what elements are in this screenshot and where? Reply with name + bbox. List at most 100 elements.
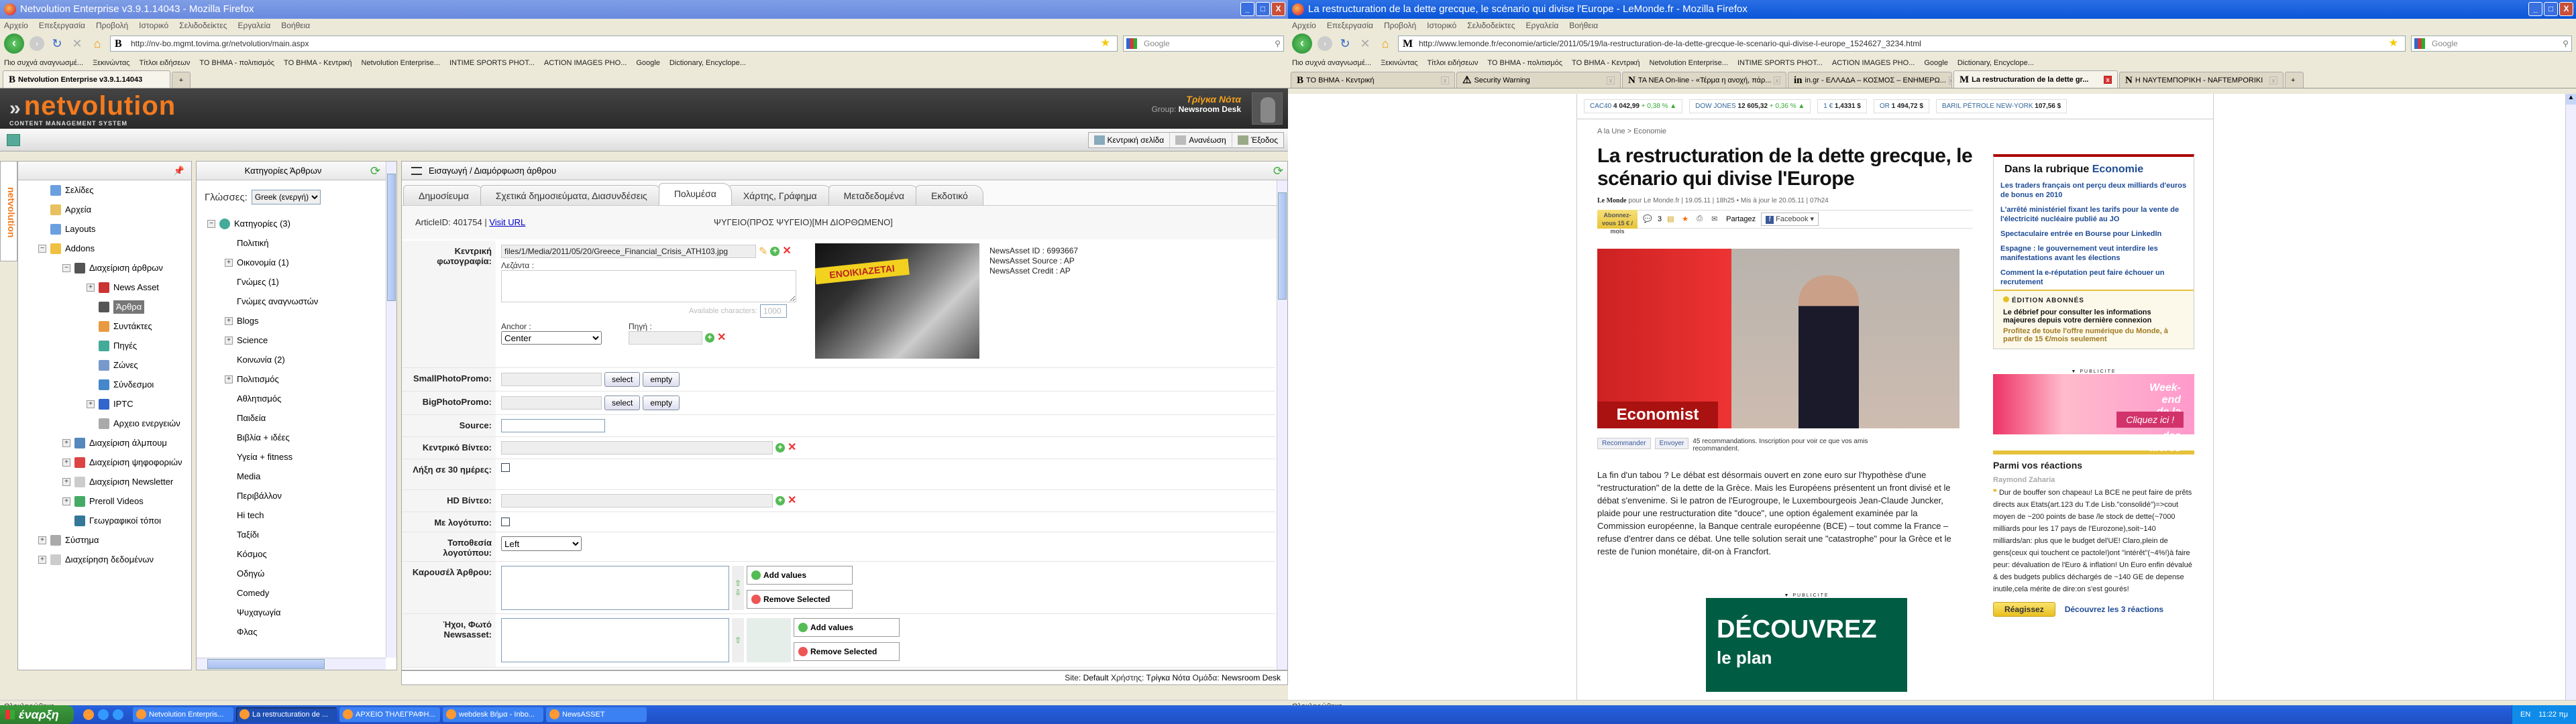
expand-toggle-icon[interactable]: +: [38, 555, 46, 564]
sounds-listbox[interactable]: [501, 618, 729, 662]
expand-toggle-icon[interactable]: +: [62, 458, 70, 467]
vertical-scrollbar[interactable]: [386, 162, 396, 658]
ticker-item[interactable]: BARIL PÉTROLE NEW-YORK 107,56 $: [1935, 99, 2068, 113]
expand-toggle-icon[interactable]: −: [38, 244, 46, 253]
bookmark-item[interactable]: ACTION IMAGES PHO...: [544, 59, 627, 67]
recommend-button[interactable]: Recommander: [1597, 438, 1651, 449]
tab-close-icon[interactable]: x: [1607, 76, 1615, 84]
editor-tab[interactable]: Εκδοτικό: [916, 185, 983, 205]
expand-toggle-icon[interactable]: +: [62, 497, 70, 505]
language-indicator[interactable]: EN: [2520, 705, 2530, 724]
nav-tree-item[interactable]: − Addons: [18, 239, 191, 258]
minimize-button[interactable]: _: [2528, 2, 2542, 16]
bookmark-item[interactable]: Dictionary, Encyclope...: [1957, 59, 2034, 67]
stop-icon[interactable]: ✕: [1358, 37, 1373, 51]
category-item[interactable]: Πολιτική: [207, 233, 396, 253]
nav-tree-item[interactable]: Αρχειο ενεργειών: [18, 414, 191, 433]
bookmark-item[interactable]: ΤΟ ΒΗΜΑ - Κεντρική: [284, 59, 352, 67]
browser-tab[interactable]: B ΤΟ ΒΗΜΑ - Κεντρική x: [1291, 72, 1455, 88]
category-root[interactable]: − Κατηγορίες (3): [207, 214, 396, 233]
ticker-item[interactable]: 1 € 1,4331 $: [1817, 99, 1867, 113]
editor-tab[interactable]: Δημοσίευμα: [403, 185, 484, 205]
nav-tree-item[interactable]: + Preroll Videos: [18, 491, 191, 511]
nav-tree-item[interactable]: + News Asset: [18, 278, 191, 297]
url-bar[interactable]: Mhttp://www.lemonde.fr/economie/article/…: [1398, 36, 2406, 52]
caption-textarea[interactable]: [501, 270, 796, 302]
category-item[interactable]: Γνώμες αναγνωστών: [207, 292, 396, 311]
bookmark-item[interactable]: Google: [636, 59, 659, 67]
home-icon[interactable]: ⌂: [1378, 37, 1393, 51]
reload-icon[interactable]: ↻: [1338, 37, 1352, 51]
reorder-arrows[interactable]: ⇧ ⇩: [732, 566, 744, 610]
bookmark-item[interactable]: Google: [1924, 59, 1947, 67]
maximize-button[interactable]: □: [2544, 2, 2558, 16]
menu-item[interactable]: Αρχείο: [4, 19, 28, 32]
bookmark-item[interactable]: Netvolution Enterprise...: [362, 59, 440, 67]
tab-netvolution[interactable]: B Netvolution Enterprise v3.9.1.14043: [3, 70, 170, 88]
stop-icon[interactable]: ✕: [70, 37, 85, 51]
bookmark-item[interactable]: Τίτλοι ειδήσεων: [140, 59, 191, 67]
breadcrumb[interactable]: A la Une > Economie: [1597, 127, 1973, 135]
category-item[interactable]: Γνώμες (1): [207, 272, 396, 292]
taskbar-button[interactable]: La restructuration de ...: [236, 707, 337, 722]
home-page-button[interactable]: Κεντρική σελίδα: [1089, 133, 1171, 147]
menu-item[interactable]: Αρχείο: [1292, 19, 1316, 32]
browser-tab[interactable]: M La restructuration de la dette gr... x: [1953, 70, 2118, 88]
menu-item[interactable]: Εργαλεία: [1526, 19, 1559, 32]
refresh-button[interactable]: Ανανέωση: [1170, 133, 1232, 147]
bookmark-item[interactable]: Τίτλοι ειδήσεων: [1428, 59, 1479, 67]
expand-toggle-icon[interactable]: +: [87, 400, 95, 408]
add-values-button[interactable]: Add values: [794, 618, 900, 637]
menu-item[interactable]: Επεξεργασία: [1327, 19, 1373, 32]
expand-toggle-icon[interactable]: +: [225, 336, 233, 345]
remove-selected-button[interactable]: Remove Selected: [747, 590, 853, 609]
tab-close-icon[interactable]: x: [1774, 76, 1780, 84]
source-input[interactable]: [501, 419, 605, 432]
url-bar[interactable]: Bhttp://nv-bo.mgmt.tovima.gr/netvolution…: [110, 36, 1118, 52]
delete-icon[interactable]: ✕: [788, 442, 796, 453]
editor-tab[interactable]: Σχετικά δημοσιεύματα, Διασυνδέσεις: [480, 185, 663, 205]
print-icon[interactable]: ⎙: [1697, 215, 1706, 224]
category-item[interactable]: + Πολιτισμός: [207, 369, 396, 389]
vertical-scrollbar[interactable]: ▲: [2565, 94, 2576, 700]
bookmark-star-icon[interactable]: ★: [2389, 36, 2398, 51]
empty-button[interactable]: empty: [643, 396, 680, 410]
browser-tab[interactable]: in in.gr - ΕΛΛΑΔΑ – ΚΟΣΜΟΣ – ΕΝΗΜΕΡΩ... x: [1788, 72, 1952, 88]
nav-tree-item[interactable]: + Διαχείρηση δεδομένων: [18, 550, 191, 569]
reorder-arrows[interactable]: ⇧: [732, 618, 744, 662]
add-icon[interactable]: +: [775, 443, 785, 452]
bookmark-star-icon[interactable]: ★: [1101, 36, 1110, 51]
nav-tree-item[interactable]: Γεωγραφικοί τόποι: [18, 511, 191, 530]
visit-url-link[interactable]: Visit URL: [489, 217, 525, 227]
nav-tree-item[interactable]: Πηγές: [18, 336, 191, 355]
expand-toggle-icon[interactable]: +: [62, 438, 70, 447]
select-button[interactable]: select: [604, 372, 641, 387]
bookmark-item[interactable]: ACTION IMAGES PHO...: [1832, 59, 1915, 67]
anchor-select[interactable]: Center: [501, 331, 602, 345]
big-photo-promo-input[interactable]: [501, 396, 602, 410]
bookmark-item[interactable]: Ξεκινώντας: [1381, 59, 1417, 67]
expand-toggle-icon[interactable]: +: [225, 375, 233, 383]
expand-toggle-icon[interactable]: −: [62, 263, 70, 272]
favorite-star-icon[interactable]: ★: [1682, 215, 1691, 224]
nav-tree-item[interactable]: Σελίδες: [18, 180, 191, 200]
editor-tab[interactable]: Χάρτης, Γράφημα: [727, 185, 833, 205]
nav-tree-item[interactable]: + Διαχείριση άλμπουμ: [18, 433, 191, 452]
flowers-advertisement[interactable]: ▼ PUBLICITE Week-end de la Fête des Mère…: [1993, 369, 2194, 466]
menu-item[interactable]: Ιστορικό: [139, 19, 168, 32]
ticker-item[interactable]: CAC40 4 042,99 + 0,38 % ▲: [1584, 99, 1683, 113]
browser-tab[interactable]: N ΤΑ ΝΕΑ On-line - «Τέρμα η ανοχή, πάρ...…: [1622, 72, 1786, 88]
category-item[interactable]: Κόσμος: [207, 544, 396, 564]
home-icon[interactable]: ⌂: [90, 37, 105, 51]
nav-tree-item[interactable]: Συντάκτες: [18, 316, 191, 336]
reload-icon[interactable]: ↻: [50, 37, 64, 51]
expire-30-days-checkbox[interactable]: [501, 463, 510, 472]
rubrique-link[interactable]: Espagne : le gouvernement veut interdire…: [1994, 241, 2194, 265]
category-item[interactable]: Ταξίδι: [207, 525, 396, 544]
nav-tree-item[interactable]: Άρθρα: [18, 297, 191, 316]
nav-tree-item[interactable]: Σύνδεσμοι: [18, 375, 191, 394]
ticker-item[interactable]: DOW JONES 12 605,32 + 0,36 % ▲: [1689, 99, 1811, 113]
category-item[interactable]: Αθλητισμός: [207, 389, 396, 408]
delete-icon[interactable]: ✕: [717, 333, 726, 343]
close-button[interactable]: X: [2559, 2, 2573, 16]
